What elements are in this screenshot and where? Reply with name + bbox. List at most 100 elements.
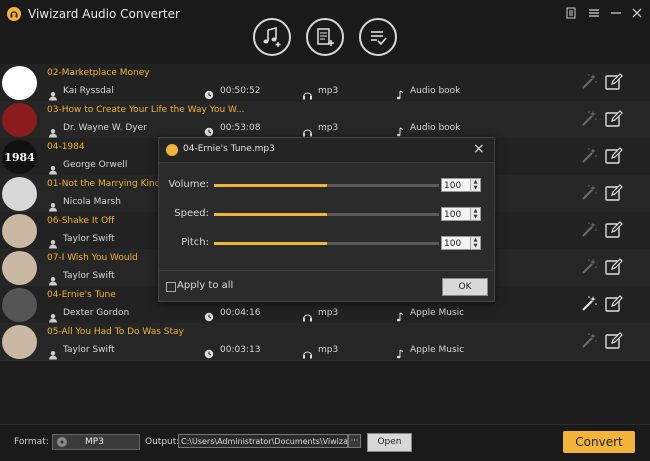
headphones-icon [302,344,313,359]
edit-icon[interactable] [604,183,624,203]
music-note-icon [395,344,405,359]
music-note-icon [395,307,405,322]
pitch-label: Pitch: [181,237,209,248]
track-row[interactable]: 02-Marketplace Money Kai Ryssdal 00:50:52 m… [0,64,650,102]
volume-slider-fill [214,184,327,187]
output-path-field[interactable]: C:\Users\Administrator\Documents\Viwizar… [178,434,348,448]
track-title: 04-1984 [47,142,85,152]
track-genre: Audio book [410,123,461,133]
pitch-value: 100 [444,239,462,249]
menu-icon[interactable] [585,4,603,22]
effect-wand-icon[interactable] [580,258,598,276]
edit-icon[interactable] [604,294,624,314]
speed-input[interactable]: 100 ▲ ▼ [441,207,481,221]
pitch-slider[interactable] [214,242,439,245]
add-music-icon [263,26,281,47]
speed-slider[interactable] [214,213,439,216]
speed-label: Speed: [174,208,209,219]
track-duration: 00:50:52 [220,86,261,96]
apply-all-label: Apply to all [177,280,234,291]
edit-icon[interactable] [604,146,624,166]
effect-wand-icon[interactable] [580,73,598,91]
track-title: 03-How to Create Your Life the Way You W… [47,105,245,115]
track-artist: Nicola Marsh [63,197,121,207]
browse-button[interactable]: ··· [348,434,361,448]
track-duration: 00:53:08 [220,123,261,133]
effect-wand-icon[interactable] [580,295,598,313]
pitch-spinner[interactable]: ▲ ▼ [470,237,480,249]
edit-icon[interactable] [604,220,624,240]
track-genre: Apple Music [410,308,465,318]
track-duration: 00:04:16 [220,308,261,318]
track-title: 02-Marketplace Money [47,68,150,78]
track-row[interactable]: 03-How to Create Your Life the Way You W… [0,101,650,139]
speed-value: 100 [444,210,462,220]
file-menu-icon[interactable] [562,4,580,22]
album-art-image [2,288,37,322]
music-note-icon [395,85,405,100]
converted-list-button[interactable] [359,18,397,56]
headphones-icon [302,122,313,137]
clock-icon [204,307,214,322]
convert-button[interactable]: Convert [563,431,635,453]
volume-spinner[interactable]: ▲ ▼ [470,179,480,191]
track-title: 06-Shake It Off [47,216,115,226]
track-row[interactable]: 05-All You Had To Do Was Stay Taylor Swif… [0,323,650,361]
app-title: Viwizard Audio Converter [28,7,180,21]
track-artist: Dr. Wayne W. Dyer [63,123,147,133]
album-art-image [2,251,37,285]
album-art-image: 1984 [2,140,37,174]
track-format: mp3 [318,123,339,133]
format-select[interactable]: MP3 [52,434,140,450]
track-title: 01-Not the Marrying Kind [47,179,161,189]
clock-icon [204,122,214,137]
track-title: 04-Ernie's Tune [47,290,116,300]
edit-icon[interactable] [604,72,624,92]
album-art-image [2,103,37,137]
add-file-button[interactable] [306,18,344,56]
volume-slider[interactable] [214,184,439,187]
dialog-close-icon[interactable]: × [473,141,485,157]
effect-wand-icon[interactable] [580,184,598,202]
track-artist: Dexter Gordon [63,308,130,318]
app-logo-icon [7,7,21,21]
format-value: MP3 [85,437,104,447]
ok-button[interactable]: OK [442,278,488,296]
title-bar: Viwizard Audio Converter [0,0,650,64]
track-artist: Taylor Swift [63,271,115,281]
edit-icon[interactable] [604,257,624,277]
track-artist: Kai Ryssdal [63,86,114,96]
dialog-divider [159,270,494,271]
minimize-icon[interactable] [607,4,625,22]
album-art-image [2,325,37,359]
effect-wand-icon[interactable] [580,221,598,239]
track-genre: Audio book [410,86,461,96]
dialog-header: 04-Ernie's Tune.mp3 × [159,138,494,163]
album-art-image [2,66,37,100]
edit-icon[interactable] [604,331,624,351]
volume-value: 100 [444,181,462,191]
format-label: Format: [14,437,49,447]
pitch-input[interactable]: 100 ▲ ▼ [441,236,481,250]
track-title: 05-All You Had To Do Was Stay [47,327,184,337]
headphones-icon [302,85,313,100]
speed-spinner[interactable]: ▲ ▼ [470,208,480,220]
track-artist: Taylor Swift [63,345,115,355]
music-note-icon [395,122,405,137]
track-genre: Apple Music [410,345,465,355]
volume-input[interactable]: 100 ▲ ▼ [441,178,481,192]
add-music-button[interactable] [253,18,291,56]
apply-all-checkbox[interactable] [166,282,176,292]
pitch-slider-fill [214,242,327,245]
audio-file-icon [166,144,178,156]
effect-wand-icon[interactable] [580,110,598,128]
effect-wand-icon[interactable] [580,147,598,165]
edit-icon[interactable] [604,109,624,129]
effect-wand-icon[interactable] [580,332,598,350]
headphones-icon [302,307,313,322]
speed-slider-fill [214,213,327,216]
track-artist: George Orwell [63,160,128,170]
close-icon[interactable] [628,4,646,22]
open-button[interactable]: Open [367,433,412,452]
track-format: mp3 [318,86,339,96]
